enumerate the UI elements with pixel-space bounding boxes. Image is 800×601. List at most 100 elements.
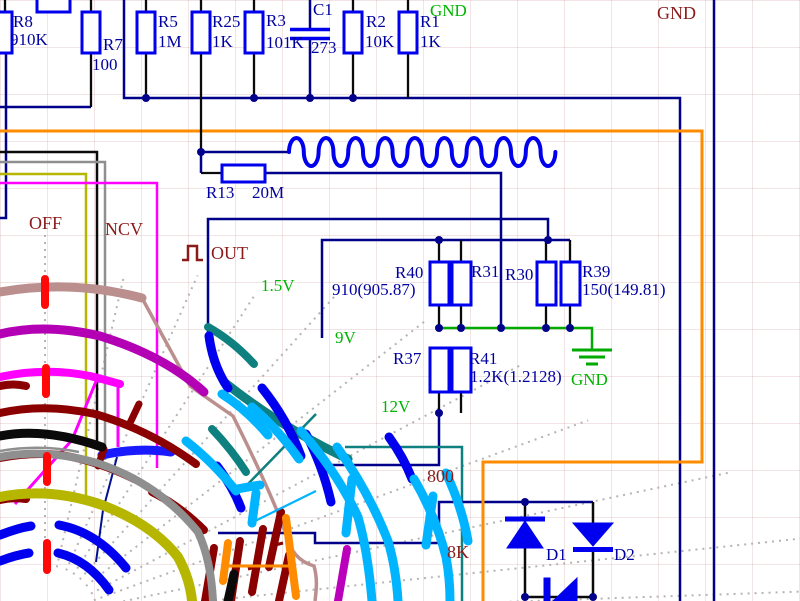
netlabel-gnd-mid[interactable]: GND xyxy=(571,371,608,388)
label-r3-val[interactable]: 101K xyxy=(266,34,304,51)
junction-dot-4 xyxy=(349,94,357,102)
d2-triangle[interactable] xyxy=(573,523,613,546)
orange-bar-2[interactable] xyxy=(286,518,296,596)
label-r13-ref[interactable]: R13 xyxy=(206,184,234,201)
resistor-body-r39[interactable] xyxy=(561,262,580,305)
junction-dot-12 xyxy=(435,409,443,417)
junction-dot-15 xyxy=(589,593,597,601)
arc-blue-inner-2a[interactable] xyxy=(0,553,29,561)
arc-blue-5[interactable] xyxy=(389,437,412,479)
resistor-body-r3[interactable] xyxy=(245,12,263,53)
resistor-body-r7[interactable] xyxy=(82,12,100,53)
label-r37-ref[interactable]: R37 xyxy=(393,350,421,367)
arc-olive[interactable] xyxy=(0,493,192,601)
resistor-body-r31[interactable] xyxy=(452,262,471,305)
ground-symbol[interactable] xyxy=(572,350,612,364)
junction-dot-6 xyxy=(544,236,552,244)
arc-blue-inner-2b[interactable] xyxy=(58,553,109,590)
squiggle-resistor-element[interactable] xyxy=(289,138,555,166)
schematic-canvas[interactable]: R8 910K R7 100 R5 1M R25 1K R3 101K C1 2… xyxy=(0,0,800,601)
netlabel-gnd-top[interactable]: GND xyxy=(430,2,467,19)
junction-dot-7 xyxy=(435,324,443,332)
label-r7-ref[interactable]: R7 xyxy=(103,36,123,53)
resistor-body-r2[interactable] xyxy=(344,12,362,53)
netlabel-12v[interactable]: 12V xyxy=(381,398,410,415)
resistor-body-r13[interactable] xyxy=(222,165,265,182)
label-r3-ref[interactable]: R3 xyxy=(266,12,286,29)
junction-dot-1 xyxy=(142,94,150,102)
orange-bar-1[interactable] xyxy=(223,543,228,581)
label-r41-ref[interactable]: R41 xyxy=(469,350,497,367)
resistor-body-r25[interactable] xyxy=(192,12,210,53)
label-r2-ref[interactable]: R2 xyxy=(366,13,386,30)
label-r8-ref[interactable]: R8 xyxy=(13,13,33,30)
junction-dot-0 xyxy=(197,148,205,156)
label-r2-val[interactable]: 10K xyxy=(365,33,394,50)
label-d1-ref[interactable]: D1 xyxy=(546,546,567,563)
junction-dot-10 xyxy=(542,324,550,332)
arc-pink-outer[interactable] xyxy=(0,287,142,298)
junction-dot-13 xyxy=(521,498,529,506)
wire-r8-left[interactable] xyxy=(0,53,6,218)
blue-contact-bar[interactable] xyxy=(102,450,171,455)
junction-dot-3 xyxy=(306,94,314,102)
component-partial-top[interactable] xyxy=(37,0,70,12)
maroon-bar-3[interactable] xyxy=(252,529,263,592)
netlabel-gnd-top-right[interactable]: GND xyxy=(657,4,696,22)
netlabel-1v5[interactable]: 1.5V xyxy=(261,277,295,294)
netlabel-800[interactable]: 800 xyxy=(427,467,454,485)
netlabel-9v[interactable]: 9V xyxy=(335,329,356,346)
junction-dot-2 xyxy=(250,94,258,102)
label-r40-ref[interactable]: R40 xyxy=(395,264,423,281)
resistor-body-r40[interactable] xyxy=(430,262,449,305)
junction-dot-8 xyxy=(457,324,465,332)
label-r25-ref[interactable]: R25 xyxy=(212,13,240,30)
netlabel-off[interactable]: OFF xyxy=(29,214,62,232)
skyblue-bar-2[interactable] xyxy=(252,493,256,523)
black-bar[interactable] xyxy=(228,574,234,601)
label-r31-ref[interactable]: R31 xyxy=(471,263,499,280)
label-r25-val[interactable]: 1K xyxy=(212,33,233,50)
label-r7-val[interactable]: 100 xyxy=(92,56,118,73)
label-r5-val[interactable]: 1M xyxy=(158,33,182,50)
resistor-body-r30[interactable] xyxy=(537,262,556,305)
arc-maroon-0[interactable] xyxy=(0,385,26,387)
junction-dot-14 xyxy=(521,593,529,601)
label-r40-val[interactable]: 910(905.87) xyxy=(332,281,416,298)
maroon-bar-5[interactable] xyxy=(269,512,281,567)
junction-dot-5 xyxy=(435,236,443,244)
lead-bottoms[interactable] xyxy=(91,53,408,150)
pulse-icon[interactable] xyxy=(182,246,203,260)
label-c1-val[interactable]: 273 xyxy=(311,39,337,56)
label-r41-val[interactable]: 1.2K(1.2128) xyxy=(470,368,562,385)
schematic-graphics xyxy=(0,0,800,601)
junction-dot-9 xyxy=(497,324,505,332)
resistor-body-r37[interactable] xyxy=(430,348,449,392)
label-r8-val[interactable]: 910K xyxy=(10,31,48,48)
d3-partial-triangle[interactable] xyxy=(553,578,577,601)
label-r13-val[interactable]: 20M xyxy=(252,184,284,201)
label-c1-ref[interactable]: C1 xyxy=(313,1,333,18)
label-r1-val[interactable]: 1K xyxy=(420,33,441,50)
skyblue-bar-1[interactable] xyxy=(237,485,260,489)
arc-blue-inner-1a[interactable] xyxy=(0,526,31,535)
d1-triangle[interactable] xyxy=(507,521,543,548)
netlabel-out[interactable]: OUT xyxy=(211,244,248,262)
label-r39-ref[interactable]: R39 xyxy=(582,263,610,280)
maroon-finger-1[interactable] xyxy=(130,404,139,423)
skyblue-bar-3[interactable] xyxy=(346,479,352,533)
label-r30-ref[interactable]: R30 xyxy=(505,266,533,283)
junction-dot-11 xyxy=(566,324,574,332)
resistor-body-r5[interactable] xyxy=(137,12,155,53)
label-r5-ref[interactable]: R5 xyxy=(158,13,178,30)
netlabel-ncv[interactable]: NCV xyxy=(105,220,143,238)
purple-bar[interactable] xyxy=(338,549,347,601)
label-d2-ref[interactable]: D2 xyxy=(614,546,635,563)
d3-partial-bar[interactable] xyxy=(544,578,550,601)
resistor-body-r1[interactable] xyxy=(399,12,417,53)
label-r39-val[interactable]: 150(149.81) xyxy=(582,281,666,298)
arc-blue-inner-1b[interactable] xyxy=(59,525,126,568)
arc-blue-out-hook[interactable] xyxy=(209,336,228,388)
netlabel-8k[interactable]: 8K xyxy=(447,543,469,561)
maroon-bar-4[interactable] xyxy=(279,555,289,601)
